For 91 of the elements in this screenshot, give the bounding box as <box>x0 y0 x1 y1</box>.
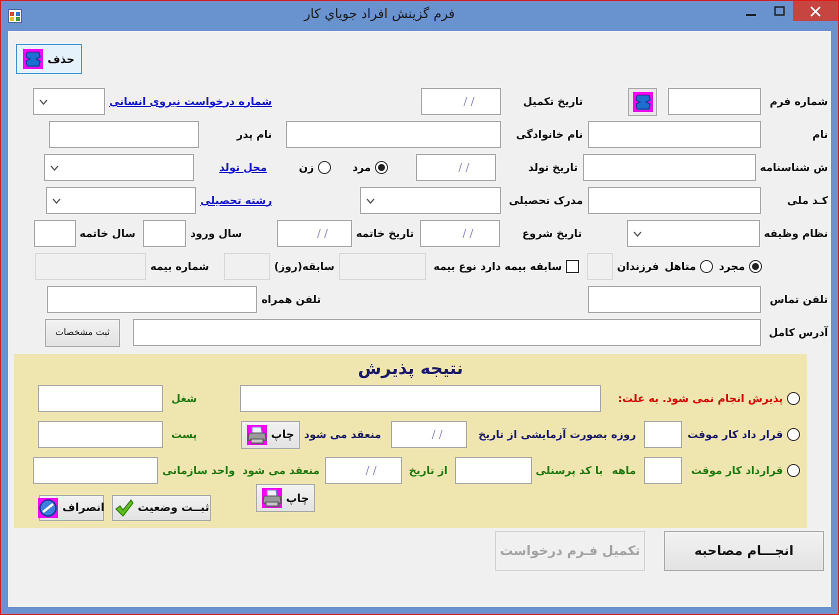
caret-icon <box>50 164 59 170</box>
checkbox[interactable]: سابقه بیمه دارد <box>476 260 579 273</box>
dropdown[interactable] <box>626 220 760 247</box>
input-field[interactable] <box>47 286 258 313</box>
print-button[interactable]: چاپ <box>256 484 315 512</box>
maximize-icon <box>774 6 784 16</box>
field-label: سابقه(روز) <box>273 260 334 272</box>
field-label: تاريخ خاتمه <box>354 228 414 240</box>
field-label: تلفن تماس <box>768 294 828 306</box>
window-title: فرم گزينش افراد جوياي كار <box>302 6 456 24</box>
field-label: ماهه <box>610 464 636 476</box>
field-label: شماره بیمه <box>149 260 210 272</box>
app-icon <box>8 9 22 23</box>
field-label: منعقد می شود <box>303 428 382 440</box>
radio-button[interactable]: پذیرش انجام نمی شود. به علت: <box>601 392 800 405</box>
field-label: کـد ملی <box>786 194 828 206</box>
radio-button[interactable]: زن <box>266 161 331 174</box>
delete-button[interactable]: حذف <box>16 44 82 74</box>
input-field[interactable] <box>133 319 761 346</box>
input-field[interactable] <box>286 121 501 148</box>
input-field[interactable] <box>49 121 199 148</box>
field-label: نام <box>811 128 828 140</box>
caret-icon <box>366 198 375 204</box>
radio-button[interactable]: مرد <box>330 161 388 174</box>
field-label: تاريخ تولد <box>527 162 578 174</box>
field-label: تاريخ شروع <box>521 228 582 240</box>
radio-button[interactable]: متاهل <box>659 260 713 273</box>
link[interactable]: رشته تحصیلی <box>196 194 272 206</box>
delete-icon <box>23 49 44 69</box>
input-field[interactable] <box>588 187 761 214</box>
checkmark-icon <box>114 498 134 518</box>
input-field[interactable] <box>33 457 158 484</box>
radio-button[interactable]: مجرد <box>713 260 762 273</box>
link[interactable]: محل تولد <box>194 162 267 174</box>
field-label: از تاریخ <box>408 464 448 476</box>
caret-icon <box>632 230 642 236</box>
field-label: نظام وظيفه <box>762 228 828 240</box>
panel-title: نتیجه پذیرش <box>358 358 464 381</box>
printer-icon <box>247 424 268 444</box>
input-field[interactable] <box>38 421 163 448</box>
field-label: پست <box>170 428 197 440</box>
field-label: شغل <box>170 392 197 404</box>
dropdown[interactable] <box>46 187 196 214</box>
field-label: منعقد می شود <box>242 464 320 476</box>
input-field[interactable] <box>582 154 756 181</box>
field-label: فرزندان <box>616 260 659 272</box>
radio-button[interactable]: قرار داد کار موقت <box>682 428 800 441</box>
input-field[interactable] <box>668 88 761 115</box>
field-label: با کد پرسنلی <box>534 464 603 476</box>
input-field[interactable] <box>143 220 186 247</box>
save-status-button[interactable]: ثبــت وضعیت <box>112 494 211 520</box>
input-field[interactable] <box>38 385 163 412</box>
dropdown[interactable] <box>360 187 501 214</box>
input-field[interactable] <box>240 385 601 412</box>
print-button[interactable]: چاپ <box>241 420 300 448</box>
field-label: سال ورود <box>189 228 242 240</box>
field-label: مدرک تحصيلی <box>508 194 583 206</box>
lookup-button[interactable] <box>628 88 657 116</box>
input-field[interactable] <box>454 457 532 484</box>
close-button[interactable] <box>793 1 838 21</box>
link[interactable]: شماره درخواست نیروی انسانی <box>105 96 272 108</box>
lookup-icon <box>632 92 652 112</box>
field-label: واحد سازمانی <box>161 464 235 476</box>
close-icon <box>810 6 821 16</box>
input-field[interactable] <box>588 286 761 313</box>
input-field[interactable] <box>34 220 76 247</box>
field-label: سال خاتمه <box>78 228 136 240</box>
field-label: شماره فرم <box>768 96 828 108</box>
cancel-button[interactable]: انصراف <box>39 494 104 520</box>
radio-button[interactable]: قرارداد کار موقت <box>682 464 800 477</box>
input-field[interactable] <box>644 421 682 448</box>
input-field[interactable] <box>588 121 761 148</box>
field-label: روزه <box>610 428 636 440</box>
field-label: نوع بیمه <box>432 260 476 272</box>
caret-icon <box>52 198 62 204</box>
field-label: ش شناسنامه <box>758 162 828 174</box>
field-label: نام خانوادگی <box>515 128 583 140</box>
interview-button[interactable]: انجـــام مصاحبه <box>664 531 824 571</box>
field-label: نام پدر <box>235 128 272 140</box>
minimize-icon <box>746 14 756 16</box>
printer-icon <box>262 488 282 508</box>
field-label: تلفن همراه <box>260 294 321 306</box>
field-label: تاريخ تکميل <box>522 96 583 108</box>
caret-icon <box>39 98 48 104</box>
cancel-icon <box>38 498 58 518</box>
save-details-button[interactable]: ثبت مشخصات <box>45 318 120 346</box>
field-label: بصورت آزمایشی از تاریخ <box>477 428 608 440</box>
input-field[interactable] <box>644 457 682 484</box>
dropdown[interactable] <box>44 154 194 181</box>
field-label: آدرس کامل <box>768 326 828 338</box>
dropdown[interactable] <box>33 88 106 115</box>
